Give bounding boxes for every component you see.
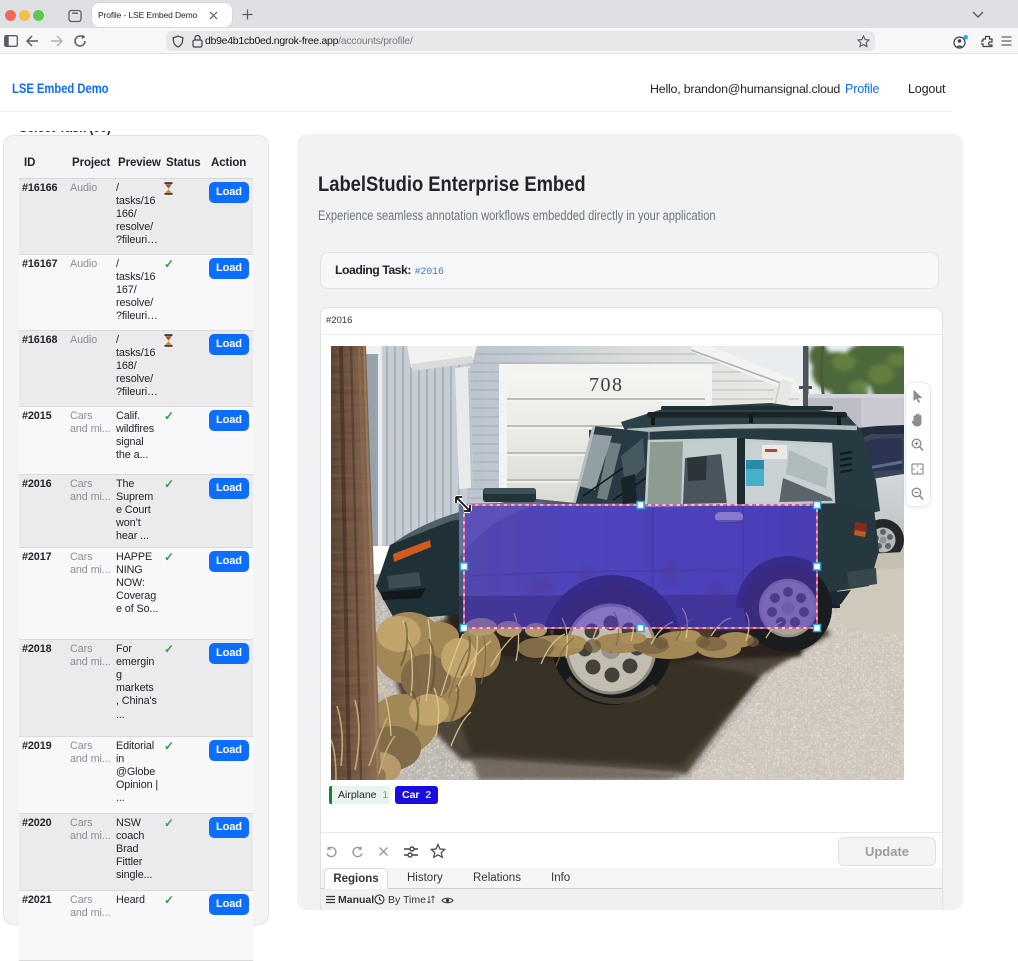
svg-text:708: 708 bbox=[589, 374, 624, 396]
